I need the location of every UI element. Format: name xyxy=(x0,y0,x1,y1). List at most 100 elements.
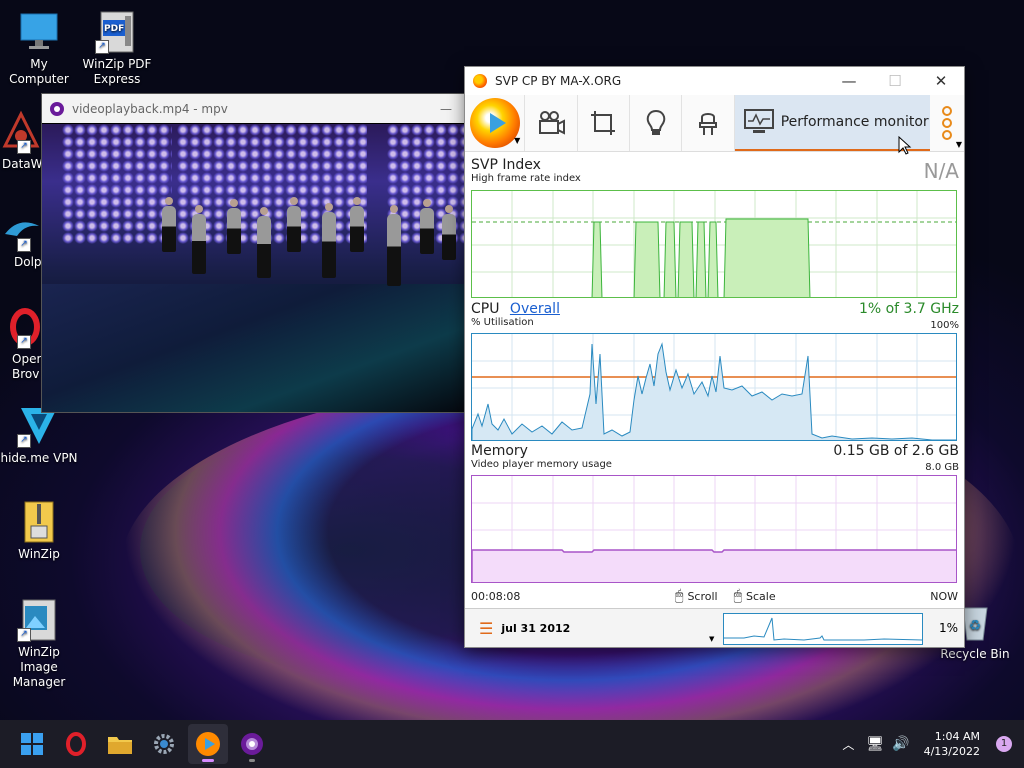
svp-titlebar[interactable]: SVP CP BY MA-X.ORG — ☐ ✕ xyxy=(465,67,964,95)
outputs-button[interactable] xyxy=(682,95,735,151)
mpv-minimize-button[interactable]: — xyxy=(440,102,452,116)
minimize-button[interactable]: — xyxy=(826,72,872,90)
timeline-start: 00:08:08 xyxy=(471,589,521,603)
svp-statusbar: ☰ jul 31 2012 ▼ 1% xyxy=(465,608,964,647)
volume-icon[interactable]: 🔊 xyxy=(892,736,909,752)
stage-floor xyxy=(42,284,466,412)
pdf-badge: PDF xyxy=(104,24,125,34)
graph-footer: 00:08:08 🖱 Scroll 🖱 Scale NOW xyxy=(471,587,958,605)
scale-hint: 🖱 Scale xyxy=(734,588,776,604)
more-dot-icon xyxy=(942,130,953,140)
mpv-logo-icon xyxy=(50,101,64,116)
mouse-cursor-icon xyxy=(898,136,912,155)
scale-label: Scale xyxy=(746,589,776,603)
clock[interactable]: 1:04 AM 4/13/2022 xyxy=(924,729,980,759)
system-tray: ︿ 🖥 🔊 1:04 AM 4/13/2022 1 xyxy=(842,720,1024,768)
cpu-graph[interactable] xyxy=(471,333,957,441)
more-dot-icon xyxy=(942,106,953,116)
lights-button[interactable] xyxy=(630,95,683,151)
taskbar-opera[interactable] xyxy=(56,724,96,764)
memory-graph[interactable] xyxy=(471,475,957,583)
cpu-subtitle: % Utilisation xyxy=(471,317,534,328)
start-button[interactable] xyxy=(12,724,52,764)
svp-index-value: N/A xyxy=(923,159,959,183)
dancer xyxy=(387,205,401,286)
opera-icon xyxy=(66,732,86,756)
mini-cpu-graph[interactable] xyxy=(723,613,923,645)
monitor-graph-icon xyxy=(743,109,774,133)
dancer xyxy=(162,197,176,252)
cpu-title: CPU xyxy=(471,301,500,317)
dancer xyxy=(442,205,456,260)
dropdown-arrow-icon: ▼ xyxy=(514,136,521,145)
desktop-icon-winzip-image[interactable]: ↗ WinZip Image Manager xyxy=(0,598,78,690)
more-dot-icon xyxy=(942,118,953,128)
cpu-overall-link[interactable]: Overall xyxy=(510,301,560,317)
clock-time: 1:04 AM xyxy=(934,730,980,743)
computer-icon xyxy=(17,10,61,54)
svp-index-section: SVP Index High frame rate index N/A xyxy=(471,157,959,298)
chevron-up-icon[interactable]: ︿ xyxy=(842,736,854,753)
taskbar-mpv[interactable] xyxy=(232,724,272,764)
notification-badge[interactable]: 1 xyxy=(996,736,1012,752)
shortcut-arrow-icon: ↗ xyxy=(17,140,31,154)
dancer xyxy=(420,199,434,254)
menu-lines-icon[interactable]: ☰ xyxy=(479,619,493,638)
cpu-plot xyxy=(472,334,956,440)
desktop-icon-hideme[interactable]: ↗ hide.me VPN xyxy=(0,404,78,466)
desktop-icon-winzip-pdf[interactable]: PDF ↗ WinZip PDF Express xyxy=(78,10,156,87)
close-button[interactable]: ✕ xyxy=(918,72,964,90)
svp-play-icon xyxy=(196,732,220,756)
memory-max-label: 8.0 GB xyxy=(925,462,959,473)
network-icon[interactable]: 🖥 xyxy=(866,736,884,752)
mini-cpu-plot xyxy=(724,617,923,641)
memory-plot xyxy=(472,476,956,582)
dropdown-arrow-icon: ▼ xyxy=(955,140,962,149)
svg-text:♻: ♻ xyxy=(969,618,982,634)
video-frame[interactable] xyxy=(42,124,466,412)
svp-play-icon xyxy=(469,98,520,148)
svp-main-button[interactable]: ▼ xyxy=(465,95,526,151)
more-menu-button[interactable]: ▼ xyxy=(930,95,964,151)
dancer xyxy=(287,197,301,252)
memory-section: Memory 0.15 GB of 2.6 GB Video player me… xyxy=(471,443,959,583)
taskbar-file-explorer[interactable] xyxy=(100,724,140,764)
running-indicator xyxy=(249,759,255,762)
video-profiles-button[interactable] xyxy=(525,95,578,151)
dancer xyxy=(227,199,241,254)
desktop-icon-my-computer[interactable]: My Computer xyxy=(0,10,78,87)
desktop-icon-label: Recycle Bin xyxy=(940,647,1010,661)
desktop-icon-label: WinZip Image Manager xyxy=(12,645,66,689)
windows-logo-icon xyxy=(21,733,43,755)
mouse-icon: 🖱 xyxy=(675,588,684,604)
active-indicator xyxy=(202,759,214,762)
taskbar-svp[interactable] xyxy=(188,724,228,764)
shortcut-arrow-icon: ↗ xyxy=(17,335,31,349)
svp-window[interactable]: SVP CP BY MA-X.ORG — ☐ ✕ ▼ Performance m… xyxy=(464,66,965,648)
crop-button[interactable] xyxy=(578,95,630,151)
shortcut-arrow-icon: ↗ xyxy=(17,628,31,642)
memory-value: 0.15 GB of 2.6 GB xyxy=(833,443,959,459)
svp-logo-icon xyxy=(473,74,487,88)
cpu-max-label: 100% xyxy=(930,320,959,331)
desktop-icon-label: WinZip PDF Express xyxy=(82,57,152,86)
shortcut-arrow-icon: ↗ xyxy=(95,40,109,54)
status-percent: 1% xyxy=(938,621,958,635)
clock-date: 4/13/2022 xyxy=(923,745,980,758)
winzip-icon xyxy=(17,500,61,544)
led-wall xyxy=(62,124,172,244)
taskbar-settings[interactable] xyxy=(144,724,184,764)
lightbulb-icon xyxy=(646,109,665,135)
dropdown-arrow-icon[interactable]: ▼ xyxy=(709,635,714,643)
desktop-icon-label: My Computer xyxy=(9,57,69,86)
mouse-wheel-icon: 🖱 xyxy=(733,588,742,604)
pdf-file-icon: PDF ↗ xyxy=(95,10,139,54)
mpv-titlebar[interactable]: videoplayback.mp4 - mpv — xyxy=(42,94,466,123)
svp-index-title: SVP Index xyxy=(471,157,541,173)
maximize-button[interactable]: ☐ xyxy=(872,72,918,90)
mpv-window[interactable]: videoplayback.mp4 - mpv — xyxy=(41,93,467,413)
svp-index-graph[interactable] xyxy=(471,190,957,298)
desktop-icon-winzip[interactable]: WinZip xyxy=(0,500,78,562)
dancer xyxy=(192,205,206,274)
crop-icon xyxy=(591,111,616,135)
